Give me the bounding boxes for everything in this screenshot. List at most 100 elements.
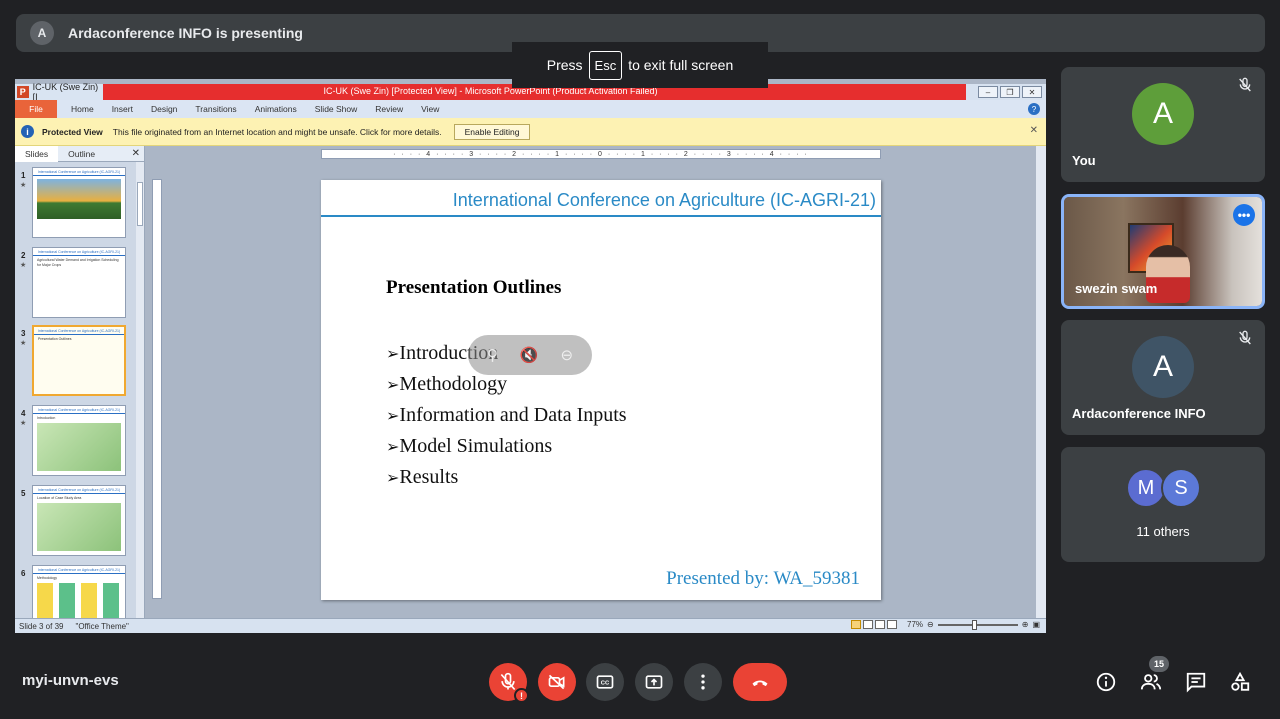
zoom-controls: 77% ⊖ ⊕ ▣	[851, 619, 1040, 630]
tab-file: File	[15, 100, 57, 118]
people-button[interactable]: 15	[1137, 656, 1169, 696]
thumb-header: International Conference on Agriculture …	[33, 566, 125, 574]
restore-icon: ❐	[1000, 86, 1020, 98]
vertical-ruler	[152, 179, 162, 599]
slide-thumbnail: 4 ★ International Conference on Agricult…	[15, 405, 137, 479]
tab-outline: Outline	[68, 148, 96, 159]
thumb-header: International Conference on Agriculture …	[33, 248, 125, 256]
tile-overlay-controls[interactable]: ⚲ 🔇 ⊖	[468, 335, 592, 375]
thumb-caption: Presentation Outlines	[38, 337, 72, 341]
avatar: A	[1132, 83, 1194, 145]
leave-call-button[interactable]	[733, 663, 787, 701]
ribbon-tabs: File Home Insert Design Transitions Anim…	[15, 100, 1046, 118]
avatar-s: S	[1161, 468, 1201, 508]
bullet-text: Methodology	[399, 373, 508, 395]
mute-tile-icon[interactable]: 🔇	[520, 346, 539, 364]
thumb-number: 3	[21, 329, 26, 338]
fit-window-icon: ▣	[1032, 620, 1040, 629]
shield-info-icon: i	[21, 125, 34, 138]
bullet-arrow-icon: ➢	[386, 408, 400, 425]
bullet-arrow-icon: ➢	[386, 377, 400, 394]
slide-heading: Presentation Outlines	[386, 277, 562, 298]
tab-view: View	[421, 104, 440, 114]
view-buttons	[851, 620, 898, 629]
slide-title: International Conference on Agriculture …	[452, 190, 876, 210]
thumb-image	[37, 502, 121, 551]
thumb-number: 5	[21, 489, 26, 498]
window-title: IC-UK (Swe Zin) [Protected View] - Micro…	[323, 86, 658, 96]
toast-suffix: to exit full screen	[628, 57, 734, 73]
pin-icon[interactable]: ⚲	[487, 346, 498, 364]
mic-toggle-button[interactable]: !	[489, 663, 529, 703]
close-icon: ✕	[131, 148, 140, 159]
bullet-arrow-icon: ➢	[386, 439, 400, 456]
thumb-image	[37, 422, 121, 471]
animation-icon: ★	[20, 420, 27, 427]
thumb-number: 6	[21, 569, 26, 578]
window-buttons: – ❐ ✕	[966, 84, 1046, 100]
presenter-text: Ardaconference INFO is presenting	[68, 25, 303, 41]
avatar-m: M	[1126, 468, 1166, 508]
zoom-level: 77%	[907, 620, 924, 629]
animation-icon: ★	[20, 340, 27, 347]
others-count-label: 11 others	[1136, 524, 1190, 539]
presented-by: Presented by: WA_59381	[666, 568, 860, 589]
tab-design: Design	[150, 104, 178, 114]
panel-tabs: Slides Outline ✕	[15, 145, 144, 162]
activities-button[interactable]	[1226, 668, 1254, 696]
fullscreen-toast: Press Esc to exit full screen	[512, 42, 768, 88]
camera-toggle-button[interactable]	[538, 663, 576, 701]
slide-counter: Slide 3 of 39	[19, 621, 64, 631]
mic-off-icon	[1239, 330, 1251, 345]
bullet-item: ➢Model Simulations	[386, 431, 627, 462]
thumb-frame: International Conference on Agriculture …	[32, 247, 126, 318]
meeting-details-button[interactable]	[1092, 668, 1120, 696]
thumb-number: 4	[21, 409, 26, 418]
participant-tile-others[interactable]: M S 11 others	[1061, 447, 1265, 562]
participant-name: swezin swam	[1075, 281, 1158, 296]
participant-name: You	[1072, 153, 1096, 168]
participant-tile-ardaconference[interactable]: A Ardaconference INFO	[1061, 320, 1265, 435]
warning-badge: !	[514, 688, 529, 703]
thumb-number: 1	[21, 171, 26, 180]
captions-button[interactable]: CC	[586, 663, 624, 701]
bullet-item: ➢Information and Data Inputs	[386, 400, 627, 431]
thumb-header: International Conference on Agriculture …	[33, 168, 125, 176]
tab-insert: Insert	[111, 104, 133, 114]
thumb-caption: Methodology	[37, 576, 58, 580]
shared-screen: P IC-UK (Swe Zin) [I IC-UK (Swe Zin) [Pr…	[15, 79, 1046, 633]
present-screen-button[interactable]	[635, 663, 673, 701]
bullet-arrow-icon: ➢	[386, 346, 400, 363]
ppt-statusbar: Slide 3 of 39 "Office Theme" 77% ⊖ ⊕ ▣	[15, 618, 1046, 633]
bullet-text: Model Simulations	[399, 435, 553, 457]
chat-button[interactable]	[1182, 668, 1210, 696]
meeting-code: myi-unvn-evs	[22, 672, 119, 689]
people-icon	[1140, 674, 1162, 690]
thumb-frame: International Conference on Agriculture …	[32, 405, 126, 476]
bullet-arrow-icon: ➢	[386, 470, 400, 487]
chat-icon	[1186, 672, 1206, 693]
camera-off-icon	[548, 674, 565, 690]
remove-icon[interactable]: ⊖	[560, 346, 573, 364]
zoom-in-icon: ⊕	[1021, 620, 1029, 629]
tab-animations: Animations	[254, 104, 297, 114]
slides-panel: Slides Outline ✕ 1 ★ International Confe…	[15, 145, 145, 633]
tab-transitions: Transitions	[195, 104, 237, 114]
close-icon: ✕	[1022, 86, 1042, 98]
minimize-icon: –	[978, 86, 998, 98]
participant-tile-you[interactable]: A You	[1061, 67, 1265, 182]
mic-off-icon	[500, 672, 516, 691]
present-icon	[645, 675, 663, 689]
current-slide: International Conference on Agriculture …	[321, 180, 881, 600]
protected-view-title: Protected View	[42, 126, 103, 137]
thumb-header: International Conference on Agriculture …	[34, 327, 124, 335]
participant-tile-swezin[interactable]: ••• swezin swam	[1061, 194, 1265, 309]
help-icon: ?	[1028, 103, 1040, 115]
svg-text:CC: CC	[601, 681, 610, 687]
more-options-button[interactable]: •••	[1233, 204, 1255, 226]
slide-thumbnail-active: 3 ★ International Conference on Agricult…	[15, 325, 137, 399]
participant-name: Ardaconference INFO	[1072, 406, 1206, 421]
participant-count-badge: 15	[1149, 656, 1169, 672]
more-options-button[interactable]	[684, 663, 722, 701]
thumb-caption: Agricultural Water Demand and Irrigation…	[37, 258, 119, 267]
